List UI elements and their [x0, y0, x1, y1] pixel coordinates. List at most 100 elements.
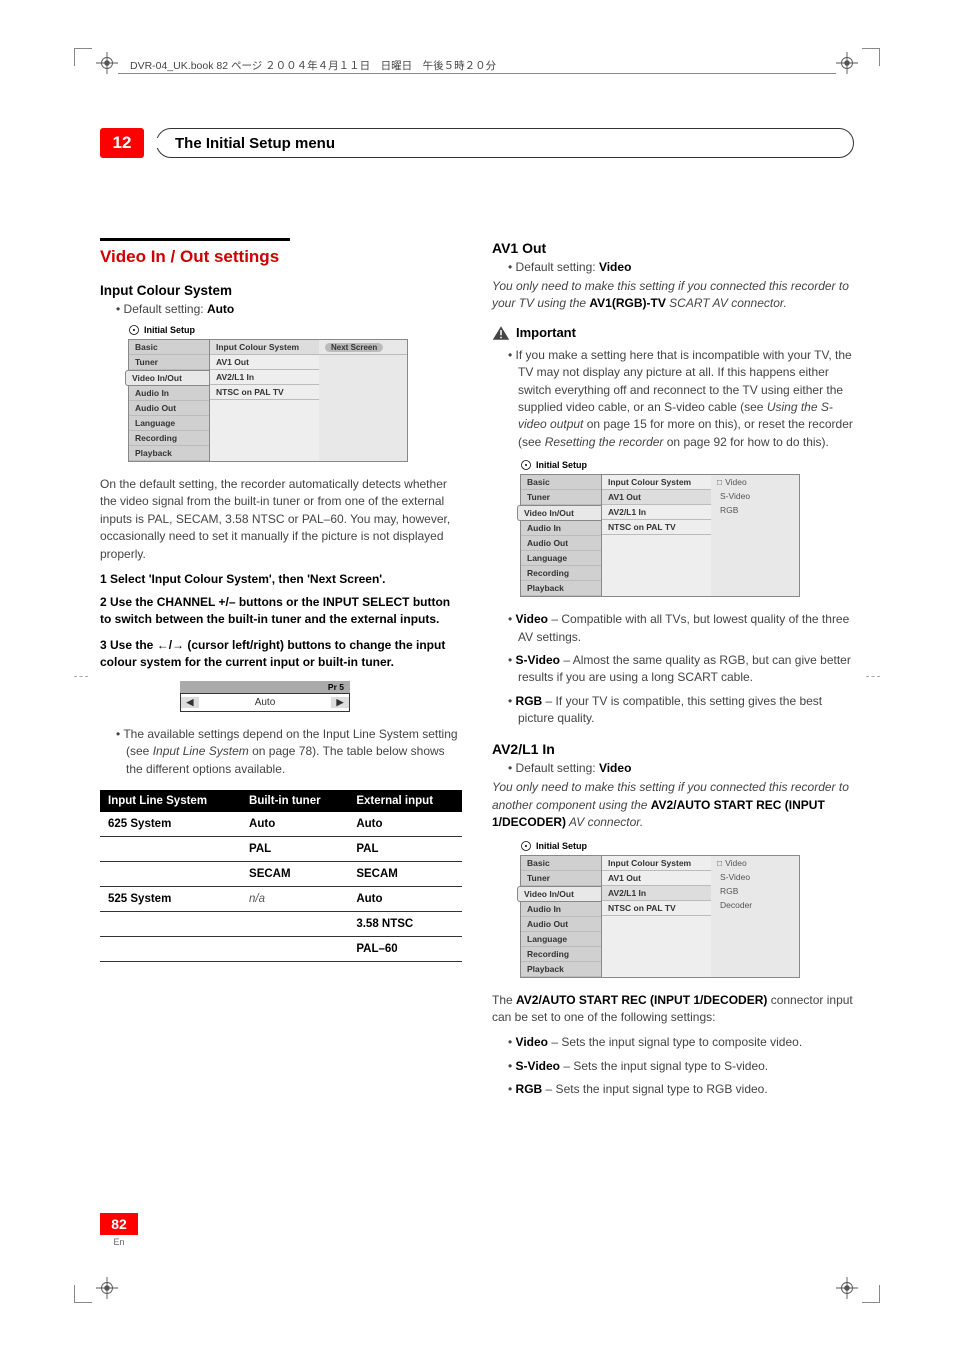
section-heading: Video In / Out settings	[100, 247, 462, 267]
menu-next-screen: Next Screen	[319, 340, 407, 355]
default-label: Default setting:	[124, 302, 207, 316]
note-bold: AV1(RGB)-TV	[589, 296, 665, 310]
menu-caption-text: Initial Setup	[536, 841, 587, 851]
crop-dash	[74, 676, 88, 677]
menu-left-item: Recording	[521, 566, 601, 581]
th: External input	[348, 790, 462, 812]
t: The	[492, 993, 516, 1007]
chapter-header: 12 The Initial Setup menu	[100, 128, 854, 158]
table-cell: n/a	[241, 887, 348, 912]
important-label: Important	[516, 325, 576, 340]
menu-left-item: Audio In	[521, 521, 601, 536]
table-cell: 625 System	[100, 812, 241, 837]
body-text: The AV2/AUTO START REC (INPUT 1/DECODER)…	[492, 992, 854, 1027]
table-cell: PAL	[348, 837, 462, 862]
menu-mid-item: AV1 Out	[210, 355, 319, 370]
menu-mid-item: Input Colour System	[602, 475, 711, 490]
chapter-title: The Initial Setup menu	[175, 135, 335, 152]
menu-option: S-Video	[711, 489, 799, 503]
menu-left-item: Audio Out	[129, 401, 209, 416]
menu-caption: Initial Setup	[520, 459, 800, 471]
menu-mid-item: NTSC on PAL TV	[602, 520, 711, 535]
spinner-label: Pr 5	[180, 681, 350, 693]
option-bullet: Video – Sets the input signal type to co…	[508, 1034, 854, 1051]
t-bold: AV2/AUTO START REC (INPUT 1/DECODER)	[516, 993, 767, 1007]
th: Built-in tuner	[241, 790, 348, 812]
menu-option: Decoder	[711, 898, 799, 912]
subheading-av2-in: AV2/L1 In	[492, 741, 854, 757]
menu-left-item: Audio In	[521, 902, 601, 917]
menu-mid-item: AV2/L1 In	[210, 370, 319, 385]
table-cell: 525 System	[100, 887, 241, 912]
spinner-left-icon: ◀	[181, 697, 199, 708]
menu-left-item: Basic	[521, 856, 601, 871]
table-cell	[241, 937, 348, 962]
option-bullet: RGB – If your TV is compatible, this set…	[508, 693, 854, 728]
default-label: Default setting:	[516, 260, 599, 274]
default-value: Auto	[207, 302, 234, 316]
note-text2: AV connector.	[566, 815, 643, 829]
crop-dash	[866, 676, 880, 677]
body-note: The available settings depend on the Inp…	[116, 726, 462, 778]
chapter-title-bar: The Initial Setup menu	[156, 128, 854, 158]
note-text2: SCART AV connector.	[666, 296, 787, 310]
default-setting: Default setting: Video	[508, 260, 854, 274]
crop-mark	[862, 1285, 880, 1303]
table-cell: Auto	[348, 887, 462, 912]
menu-left-item: Basic	[521, 475, 601, 490]
table-cell: PAL	[241, 837, 348, 862]
menu-mid-item: AV1 Out	[602, 871, 711, 886]
step-3: 3 Use the ←/→ (cursor left/right) button…	[100, 637, 462, 671]
menu-left-item: Playback	[521, 962, 601, 977]
important-text: If you make a setting here that is incom…	[508, 347, 854, 451]
menu-left-item: Recording	[129, 431, 209, 446]
menu-mid-item: NTSC on PAL TV	[210, 385, 319, 400]
crop-mark	[862, 48, 880, 66]
menu-left-item: Language	[129, 416, 209, 431]
menu-option: □Video	[711, 475, 799, 489]
menu-left-item: Video In/Out	[517, 886, 601, 902]
collation-rule	[118, 73, 836, 74]
spinner-screenshot: Pr 5 ◀ Auto ▶	[180, 681, 350, 712]
important-heading: Important	[492, 325, 854, 341]
body-note-em: Input Line System	[153, 744, 249, 758]
section-rule	[100, 238, 290, 241]
table-cell	[100, 937, 241, 962]
menu-screenshot: Initial Setup BasicTunerVideo In/OutAudi…	[520, 840, 800, 978]
crop-mark	[74, 1285, 92, 1303]
menu-caption-text: Initial Setup	[536, 460, 587, 470]
page-number-value: 82	[100, 1213, 138, 1235]
menu-mid-item: AV2/L1 In	[602, 886, 711, 901]
default-value: Video	[599, 761, 631, 775]
default-label: Default setting:	[516, 761, 599, 775]
disc-icon	[520, 459, 532, 471]
warning-icon	[492, 325, 510, 341]
table-cell	[100, 862, 241, 887]
table-cell: Auto	[241, 812, 348, 837]
menu-left-item: Playback	[129, 446, 209, 461]
menu-left-item: Language	[521, 551, 601, 566]
menu-left-item: Video In/Out	[125, 370, 209, 386]
step-2: 2 Use the CHANNEL +/– buttons or the INP…	[100, 594, 462, 628]
menu-left-item: Audio Out	[521, 917, 601, 932]
menu-left-item: Audio In	[129, 386, 209, 401]
page-number-lang: En	[100, 1237, 138, 1247]
menu-caption: Initial Setup	[128, 324, 408, 336]
menu-option: RGB	[711, 503, 799, 517]
option-bullet: Video – Compatible with all TVs, but low…	[508, 611, 854, 646]
registration-target-icon	[96, 1277, 118, 1299]
menu-left-item: Tuner	[521, 871, 601, 886]
menu-screenshot: Initial Setup BasicTunerVideo In/OutAudi…	[520, 459, 800, 597]
t-em: Resetting the recorder	[545, 435, 664, 449]
page-number: 82 En	[100, 1213, 138, 1247]
subheading-av1-out: AV1 Out	[492, 240, 854, 256]
table-cell: 3.58 NTSC	[348, 912, 462, 937]
chapter-number: 12	[100, 128, 144, 158]
menu-left-item: Audio Out	[521, 536, 601, 551]
registration-target-icon	[836, 52, 858, 74]
menu-mid-item: Input Colour System	[602, 856, 711, 871]
menu-mid-item: Input Colour System	[210, 340, 319, 355]
th: Input Line System	[100, 790, 241, 812]
body-note: You only need to make this setting if yo…	[492, 779, 854, 831]
menu-left-item: Video In/Out	[517, 505, 601, 521]
